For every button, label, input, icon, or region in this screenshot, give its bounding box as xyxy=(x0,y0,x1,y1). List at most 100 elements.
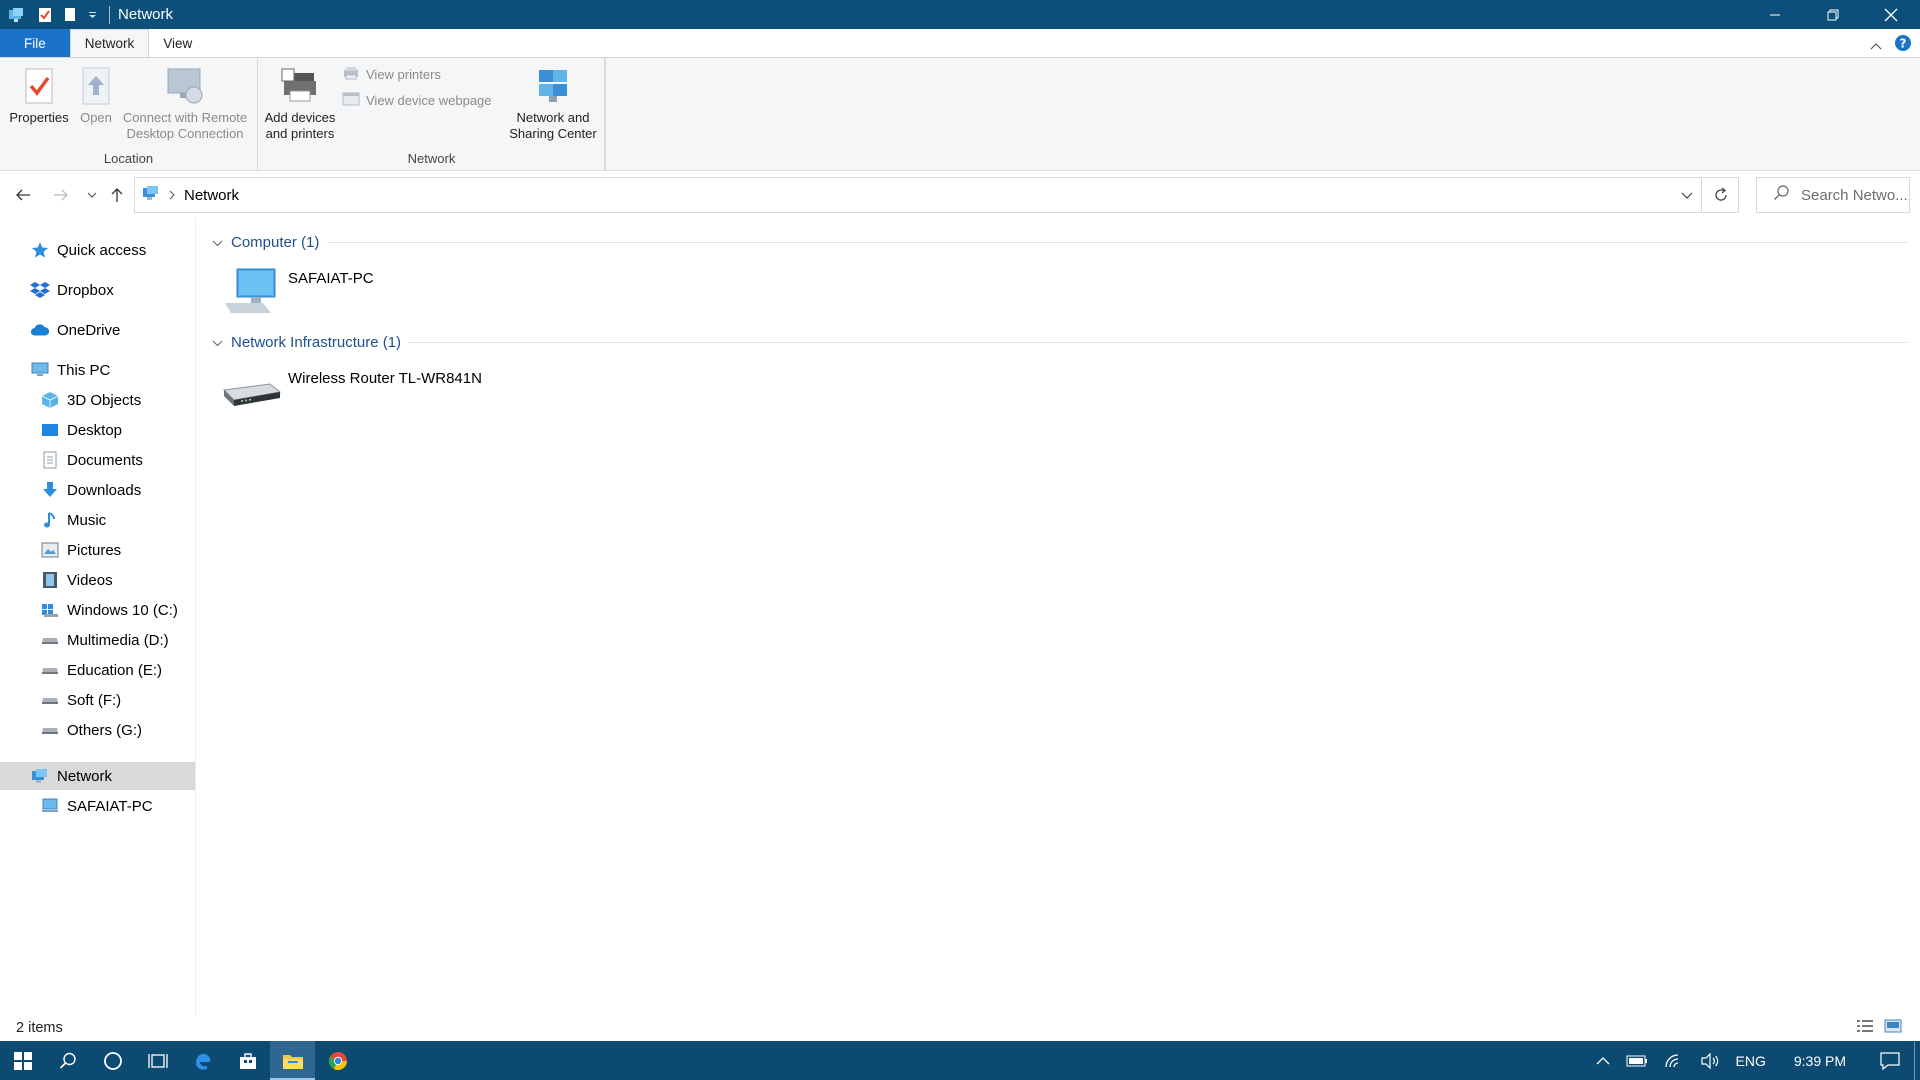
recent-locations-button[interactable] xyxy=(81,184,103,206)
chevron-down-icon xyxy=(87,192,97,198)
language-indicator[interactable]: ENG xyxy=(1728,1041,1774,1080)
item-safaiat-pc[interactable]: SAFAIAT-PC xyxy=(220,264,374,320)
title-bar: Network xyxy=(0,0,1920,29)
drive-icon xyxy=(40,630,60,650)
large-icons-view-icon[interactable] xyxy=(1884,1019,1902,1037)
sidebar-item-videos[interactable]: Videos xyxy=(0,566,195,594)
network-sharing-center-button[interactable]: Network and Sharing Center xyxy=(508,64,598,142)
add-devices-printer-icon xyxy=(280,64,320,108)
wifi-button[interactable] xyxy=(1656,1041,1692,1080)
sidebar-item-drive-c[interactable]: Windows 10 (C:) xyxy=(0,596,195,624)
sidebar-item-onedrive[interactable]: OneDrive xyxy=(0,316,195,344)
sidebar-item-desktop[interactable]: Desktop xyxy=(0,416,195,444)
connect-remote-desktop-button[interactable]: Connect with Remote Desktop Connection xyxy=(120,64,250,142)
add-devices-button[interactable]: Add devices and printers xyxy=(262,64,338,142)
navigation-pane: Quick access Dropbox OneDrive This PC 3D… xyxy=(0,218,196,1024)
address-dropdown-icon[interactable] xyxy=(1681,187,1693,204)
sidebar-label: Quick access xyxy=(57,241,147,259)
search-box[interactable]: Search Netwo... xyxy=(1756,177,1910,213)
show-hidden-icons-button[interactable] xyxy=(1588,1041,1618,1080)
address-bar[interactable]: Network xyxy=(134,177,1702,213)
sidebar-item-pictures[interactable]: Pictures xyxy=(0,536,195,564)
back-button[interactable] xyxy=(12,184,34,206)
chrome-button[interactable] xyxy=(315,1041,360,1080)
view-printers-button[interactable]: View printers xyxy=(342,66,441,83)
pane-divider xyxy=(195,218,196,1024)
close-icon xyxy=(1884,8,1898,21)
start-button[interactable] xyxy=(0,1041,45,1080)
new-folder-quick-icon[interactable] xyxy=(64,7,76,22)
up-arrow-icon xyxy=(111,188,123,202)
restore-icon xyxy=(1827,9,1839,20)
open-button[interactable]: Open xyxy=(78,64,114,126)
search-placeholder: Search Netwo... xyxy=(1801,186,1908,204)
tab-view[interactable]: View xyxy=(149,29,206,57)
collapse-ribbon-icon[interactable] xyxy=(1870,37,1882,54)
cortana-button[interactable] xyxy=(90,1041,135,1080)
show-desktop-button[interactable] xyxy=(1914,1041,1920,1080)
sidebar-item-drive-e[interactable]: Education (E:) xyxy=(0,656,195,684)
edge-icon xyxy=(195,1053,210,1070)
help-icon[interactable]: ? xyxy=(1894,34,1912,56)
task-view-button[interactable] xyxy=(135,1041,180,1080)
sidebar-item-network[interactable]: Network xyxy=(0,762,195,790)
sidebar-item-this-pc[interactable]: This PC xyxy=(0,356,195,384)
network-icon xyxy=(30,766,50,786)
up-button[interactable] xyxy=(106,184,128,206)
sidebar-item-3d-objects[interactable]: 3D Objects xyxy=(0,386,195,414)
tab-network[interactable]: Network xyxy=(69,29,150,58)
view-device-webpage-button[interactable]: View device webpage xyxy=(342,92,492,109)
group-header-computer[interactable]: Computer (1) xyxy=(208,234,1908,251)
refresh-button[interactable] xyxy=(1703,177,1739,213)
sidebar-label: Others (G:) xyxy=(67,721,143,739)
windows-logo-icon xyxy=(13,1051,32,1070)
sidebar-item-downloads[interactable]: Downloads xyxy=(0,476,195,504)
sidebar-item-safaiat-pc[interactable]: SAFAIAT-PC xyxy=(0,792,195,820)
clock[interactable]: 9:39 PM xyxy=(1774,1041,1866,1080)
sidebar-label: Music xyxy=(67,511,107,529)
sidebar-item-quick-access[interactable]: Quick access xyxy=(0,236,195,264)
group-rule xyxy=(327,242,1908,243)
file-explorer-button[interactable] xyxy=(270,1041,315,1080)
chevron-down-icon xyxy=(212,334,223,351)
battery-button[interactable] xyxy=(1618,1041,1656,1080)
remote-desktop-icon xyxy=(164,64,206,108)
item-count: 2 items xyxy=(16,1020,63,1036)
sidebar-item-drive-d[interactable]: Multimedia (D:) xyxy=(0,626,195,654)
forward-arrow-icon xyxy=(54,189,68,201)
music-note-icon xyxy=(40,510,60,530)
download-arrow-icon xyxy=(40,480,60,500)
sidebar-label: Soft (F:) xyxy=(67,691,122,709)
forward-button[interactable] xyxy=(50,184,72,206)
speaker-icon xyxy=(1700,1052,1718,1069)
svg-text:?: ? xyxy=(1900,37,1907,51)
sidebar-item-drive-g[interactable]: Others (G:) xyxy=(0,716,195,744)
breadcrumb-network[interactable]: Network xyxy=(184,187,239,204)
store-button[interactable] xyxy=(225,1041,270,1080)
computer-icon xyxy=(40,796,60,816)
minimize-button[interactable] xyxy=(1746,0,1804,29)
details-view-icon[interactable] xyxy=(1856,1019,1874,1037)
item-name: Wireless Router TL-WR841N xyxy=(288,370,482,387)
sidebar-item-drive-f[interactable]: Soft (F:) xyxy=(0,686,195,714)
sidebar-item-dropbox[interactable]: Dropbox xyxy=(0,276,195,304)
properties-button[interactable]: Properties xyxy=(8,64,70,126)
customize-quick-access-icon[interactable] xyxy=(88,11,97,19)
edge-browser-button[interactable] xyxy=(180,1041,225,1080)
tab-file[interactable]: File xyxy=(0,29,70,57)
view-device-webpage-label: View device webpage xyxy=(366,93,492,108)
item-wireless-router[interactable]: Wireless Router TL-WR841N xyxy=(220,364,482,420)
sidebar-item-music[interactable]: Music xyxy=(0,506,195,534)
sharing-center-label-line1: Network and xyxy=(516,110,590,125)
windows-drive-icon xyxy=(40,600,60,620)
action-center-button[interactable] xyxy=(1866,1041,1914,1080)
properties-quick-icon[interactable] xyxy=(38,7,52,23)
close-button[interactable] xyxy=(1862,0,1920,29)
search-taskbar-button[interactable] xyxy=(45,1041,90,1080)
group-header-network-infrastructure[interactable]: Network Infrastructure (1) xyxy=(208,334,1908,351)
volume-button[interactable] xyxy=(1692,1041,1728,1080)
window-title: Network xyxy=(118,6,174,23)
restore-button[interactable] xyxy=(1804,0,1862,29)
sidebar-item-documents[interactable]: Documents xyxy=(0,446,195,474)
back-arrow-icon xyxy=(16,189,30,201)
